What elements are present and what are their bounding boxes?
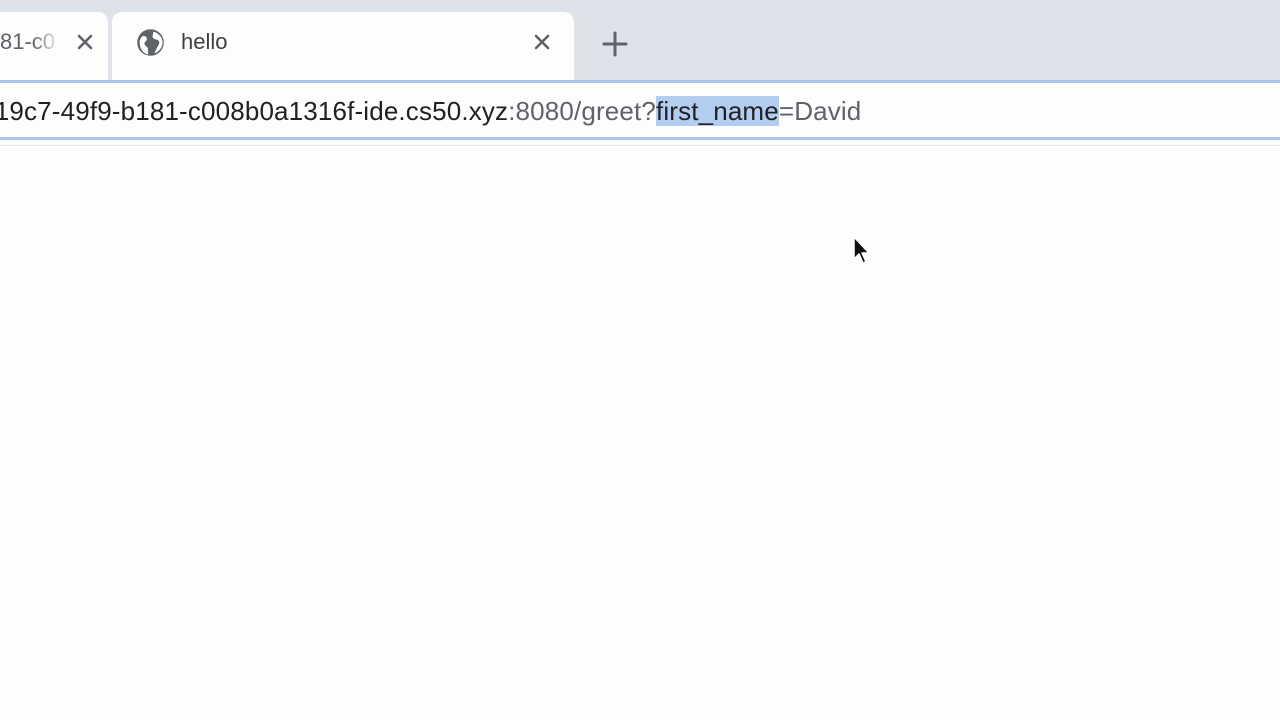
mouse-cursor-icon: [853, 236, 870, 264]
address-bar[interactable]: -19c7-49f9-b181-c008b0a1316f-ide.cs50.xy…: [0, 80, 1280, 140]
tab-hello[interactable]: hello: [112, 12, 574, 80]
page-content: [0, 146, 1280, 720]
url-text[interactable]: -19c7-49f9-b181-c008b0a1316f-ide.cs50.xy…: [0, 96, 861, 127]
url-path: :8080/greet?: [508, 96, 656, 126]
close-icon[interactable]: [528, 28, 556, 56]
tab-strip: 81-c0 hello: [0, 0, 1280, 80]
plus-icon[interactable]: [600, 29, 630, 59]
url-query-value: =David: [778, 96, 862, 126]
url-host: -19c7-49f9-b181-c008b0a1316f-ide.cs50.xy…: [0, 96, 509, 126]
close-icon[interactable]: [71, 28, 99, 56]
tab-previous[interactable]: 81-c0: [0, 12, 108, 80]
tab-title: 81-c0: [0, 29, 56, 54]
url-selected-text: first_name: [655, 96, 779, 126]
globe-icon: [137, 29, 164, 56]
tab-title: hello: [181, 29, 228, 54]
